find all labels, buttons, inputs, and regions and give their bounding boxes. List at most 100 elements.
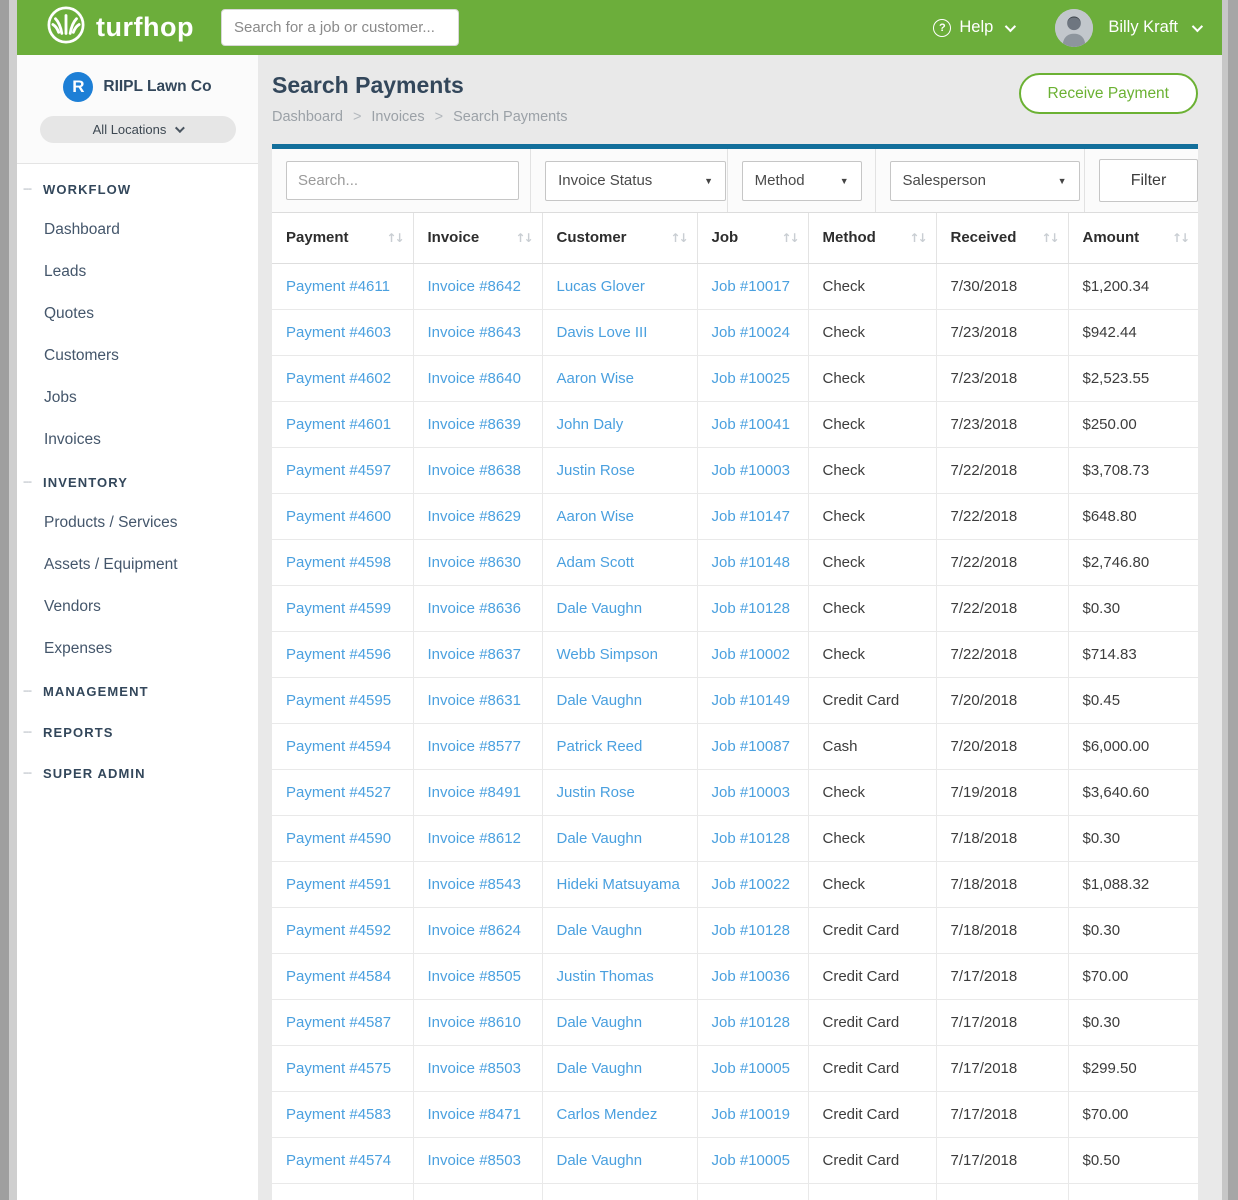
payment-link[interactable]: Payment #4527 xyxy=(286,784,391,801)
payment-link[interactable]: Payment #4597 xyxy=(286,462,391,479)
invoice-link[interactable]: Invoice #8643 xyxy=(428,324,521,341)
sidebar-item-dashboard[interactable]: Dashboard xyxy=(17,209,258,251)
job-link[interactable]: Job #10128 xyxy=(712,830,790,847)
global-search-input[interactable] xyxy=(221,9,459,46)
column-header-job[interactable]: Job↑↓ xyxy=(697,213,808,263)
customer-link[interactable]: Patrick Reed xyxy=(557,738,643,755)
payment-link[interactable]: Payment #4592 xyxy=(286,922,391,939)
left-scrollbar-thumb[interactable] xyxy=(0,0,9,1200)
payment-link[interactable]: Payment #4574 xyxy=(286,1152,391,1169)
job-link[interactable]: Job #10025 xyxy=(712,370,790,387)
customer-link[interactable]: Justin Rose xyxy=(557,784,635,801)
sidebar-item-customers[interactable]: Customers xyxy=(17,335,258,377)
invoice-link[interactable]: Invoice #8503 xyxy=(428,1060,521,1077)
column-header-method[interactable]: Method↑↓ xyxy=(808,213,936,263)
sidebar-item-leads[interactable]: Leads xyxy=(17,251,258,293)
filter-button[interactable]: Filter xyxy=(1099,159,1198,202)
job-link[interactable]: Job #10005 xyxy=(712,1060,790,1077)
column-header-payment[interactable]: Payment↑↓ xyxy=(272,213,413,263)
customer-link[interactable]: Lucas Glover xyxy=(557,278,645,295)
invoice-link[interactable]: Invoice #8639 xyxy=(428,416,521,433)
sort-icon[interactable]: ↑↓ xyxy=(909,231,925,245)
brand-logo[interactable]: turfhop xyxy=(45,4,194,51)
right-scrollbar[interactable] xyxy=(1222,0,1238,1200)
invoice-link[interactable]: Invoice #8610 xyxy=(428,1014,521,1031)
customer-link[interactable]: Aaron Wise xyxy=(557,508,635,525)
payment-link[interactable]: Payment #4601 xyxy=(286,416,391,433)
payment-link[interactable]: Payment #4584 xyxy=(286,968,391,985)
sort-icon[interactable]: ↑↓ xyxy=(515,231,531,245)
job-link[interactable]: Job #10024 xyxy=(712,324,790,341)
customer-link[interactable]: Dale Vaughn xyxy=(557,692,643,709)
user-name[interactable]: Billy Kraft xyxy=(1108,18,1178,37)
customer-link[interactable]: Hideki Matsuyama xyxy=(557,876,680,893)
customer-link[interactable]: John Daly xyxy=(557,416,624,433)
invoice-link[interactable]: Invoice #8505 xyxy=(428,968,521,985)
job-link[interactable]: Job #10087 xyxy=(712,738,790,755)
invoice-link[interactable]: Invoice #8636 xyxy=(428,600,521,617)
job-link[interactable]: Job #10041 xyxy=(712,416,790,433)
job-link[interactable]: Job #10148 xyxy=(712,554,790,571)
user-avatar[interactable] xyxy=(1055,9,1093,47)
customer-link[interactable]: Dale Vaughn xyxy=(557,1152,643,1169)
column-header-invoice[interactable]: Invoice↑↓ xyxy=(413,213,542,263)
sort-icon[interactable]: ↑↓ xyxy=(1041,231,1057,245)
job-link[interactable]: Job #10002 xyxy=(712,646,790,663)
sidebar-section-management[interactable]: ---MANAGEMENT xyxy=(17,671,258,711)
invoice-link[interactable]: Invoice #8624 xyxy=(428,922,521,939)
customer-link[interactable]: Carlos Mendez xyxy=(557,1106,658,1123)
invoice-link[interactable]: Invoice #8503 xyxy=(428,1152,521,1169)
customer-link[interactable]: Adam Scott xyxy=(557,554,635,571)
payment-link[interactable]: Payment #4594 xyxy=(286,738,391,755)
sort-icon[interactable]: ↑↓ xyxy=(1172,231,1188,245)
job-link[interactable]: Job #10003 xyxy=(712,784,790,801)
filter-search-input[interactable] xyxy=(286,161,519,200)
sidebar-item-assets-equipment[interactable]: Assets / Equipment xyxy=(17,544,258,586)
right-scrollbar-thumb[interactable] xyxy=(1228,0,1238,1200)
column-header-customer[interactable]: Customer↑↓ xyxy=(542,213,697,263)
invoice-link[interactable]: Invoice #8491 xyxy=(428,784,521,801)
location-selector[interactable]: All Locations xyxy=(40,116,236,143)
sidebar-item-products-services[interactable]: Products / Services xyxy=(17,502,258,544)
invoice-link[interactable]: Invoice #8631 xyxy=(428,692,521,709)
payment-link[interactable]: Payment #4591 xyxy=(286,876,391,893)
customer-link[interactable]: Dale Vaughn xyxy=(557,830,643,847)
job-link[interactable]: Job #10019 xyxy=(712,1106,790,1123)
payment-link[interactable]: Payment #4595 xyxy=(286,692,391,709)
customer-link[interactable]: Dale Vaughn xyxy=(557,600,643,617)
sidebar-item-vendors[interactable]: Vendors xyxy=(17,586,258,628)
invoice-link[interactable]: Invoice #8629 xyxy=(428,508,521,525)
sidebar-section-inventory[interactable]: ---INVENTORY xyxy=(17,462,258,502)
invoice-status-select[interactable]: Invoice Status ▼ xyxy=(545,161,726,201)
job-link[interactable]: Job #10036 xyxy=(712,968,790,985)
job-link[interactable]: Job #10149 xyxy=(712,692,790,709)
sidebar-item-quotes[interactable]: Quotes xyxy=(17,293,258,335)
sidebar-item-jobs[interactable]: Jobs xyxy=(17,377,258,419)
salesperson-select[interactable]: Salesperson ▼ xyxy=(890,161,1080,201)
customer-link[interactable]: Dale Vaughn xyxy=(557,1060,643,1077)
customer-link[interactable]: Dale Vaughn xyxy=(557,922,643,939)
sort-icon[interactable]: ↑↓ xyxy=(670,231,686,245)
payment-link[interactable]: Payment #4611 xyxy=(286,278,390,295)
payment-link[interactable]: Payment #4590 xyxy=(286,830,391,847)
payment-link[interactable]: Payment #4603 xyxy=(286,324,391,341)
invoice-link[interactable]: Invoice #8640 xyxy=(428,370,521,387)
invoice-link[interactable]: Invoice #8642 xyxy=(428,278,521,295)
method-select[interactable]: Method ▼ xyxy=(742,161,862,201)
customer-link[interactable]: Webb Simpson xyxy=(557,646,658,663)
customer-link[interactable]: Justin Thomas xyxy=(557,968,654,985)
left-scrollbar[interactable] xyxy=(0,0,17,1200)
invoice-link[interactable]: Invoice #8612 xyxy=(428,830,521,847)
payment-link[interactable]: Payment #4583 xyxy=(286,1106,391,1123)
help-menu[interactable]: ? Help xyxy=(933,18,1013,37)
breadcrumb-item-dashboard[interactable]: Dashboard xyxy=(272,109,343,125)
breadcrumb-item-invoices[interactable]: Invoices xyxy=(371,109,424,125)
invoice-link[interactable]: Invoice #8630 xyxy=(428,554,521,571)
customer-link[interactable]: Aaron Wise xyxy=(557,370,635,387)
sidebar-item-expenses[interactable]: Expenses xyxy=(17,628,258,670)
payment-link[interactable]: Payment #4587 xyxy=(286,1014,391,1031)
job-link[interactable]: Job #10128 xyxy=(712,922,790,939)
job-link[interactable]: Job #10128 xyxy=(712,600,790,617)
sort-icon[interactable]: ↑↓ xyxy=(781,231,797,245)
receive-payment-button[interactable]: Receive Payment xyxy=(1019,73,1198,114)
